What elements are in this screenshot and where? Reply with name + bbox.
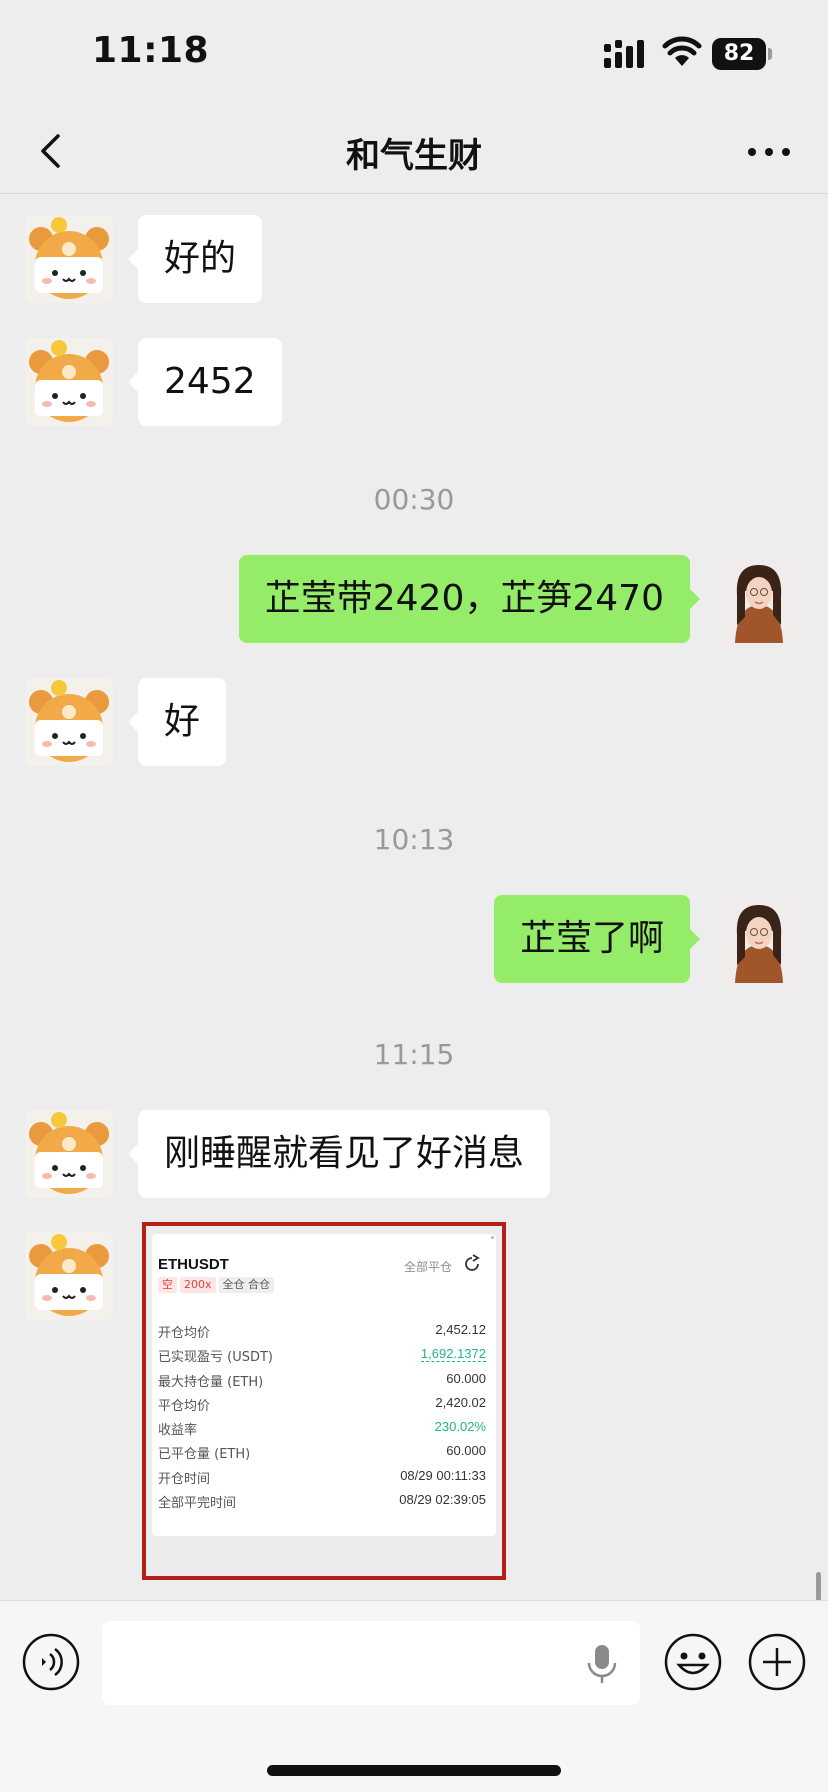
row-label: 已实现盈亏 (USDT) bbox=[158, 1350, 273, 1365]
message-list[interactable]: 好的 2452 00:30 芷莹带2420，芷笋2470 好 10:13 芷莹了… bbox=[0, 195, 828, 1600]
row-label: 已平仓量 (ETH) bbox=[158, 1447, 251, 1462]
row-value: 60.000 bbox=[446, 1443, 486, 1458]
row-label: 平仓均价 bbox=[158, 1399, 211, 1414]
trade-row: 开仓时间 08/29 00:11:33 bbox=[158, 1468, 486, 1488]
row-value: 08/29 02:39:05 bbox=[399, 1492, 486, 1507]
corner-dot bbox=[491, 1236, 494, 1239]
voice-icon[interactable] bbox=[22, 1633, 80, 1691]
trade-row: 已平仓量 (ETH) 60.000 bbox=[158, 1443, 486, 1463]
tag-direction: 空 bbox=[158, 1277, 177, 1293]
share-icon bbox=[465, 1254, 480, 1271]
row-value: 60.000 bbox=[446, 1371, 486, 1386]
bear-avatar-icon bbox=[29, 340, 109, 422]
status-time: 11:18 bbox=[92, 30, 210, 71]
chat-header: 和气生财 bbox=[0, 110, 828, 194]
woman-avatar-icon bbox=[715, 555, 803, 643]
contact-avatar[interactable] bbox=[25, 215, 113, 303]
my-avatar[interactable] bbox=[715, 555, 803, 643]
battery-icon: 82 bbox=[712, 38, 772, 70]
bear-avatar-icon bbox=[29, 217, 109, 299]
message-bubble-incoming[interactable]: 刚睡醒就看见了好消息 bbox=[127, 1110, 551, 1198]
trade-row: 开仓均价 2,452.12 bbox=[158, 1322, 486, 1342]
row-value: 08/29 00:11:33 bbox=[400, 1468, 486, 1483]
message-timestamp: 00:30 bbox=[373, 483, 455, 516]
row-value: 230.02% bbox=[434, 1419, 486, 1434]
contact-avatar[interactable] bbox=[25, 1232, 113, 1320]
message-bubble-incoming[interactable]: 2452 bbox=[128, 338, 282, 426]
trade-row: 收益率 230.02% bbox=[158, 1419, 486, 1439]
input-bar bbox=[0, 1600, 828, 1792]
battery-level: 82 bbox=[712, 38, 766, 70]
tag-margin-mode: 全仓 合仓 bbox=[218, 1277, 275, 1293]
contact-avatar[interactable] bbox=[25, 338, 113, 426]
more-dots-icon[interactable] bbox=[744, 132, 794, 172]
wifi-icon bbox=[662, 36, 702, 66]
image-message-trade-screenshot[interactable]: ETHUSDT 全部平仓 空 200x 全仓 合仓 开仓均价 2,452.12 已实… bbox=[142, 1222, 506, 1580]
bear-avatar-icon bbox=[29, 1112, 109, 1194]
trade-card: ETHUSDT 全部平仓 空 200x 全仓 合仓 开仓均价 2,452.12 已实… bbox=[152, 1234, 496, 1536]
bear-avatar-icon bbox=[29, 1234, 109, 1316]
row-label: 开仓均价 bbox=[158, 1326, 211, 1341]
battery-cap bbox=[768, 48, 772, 60]
emoji-icon[interactable] bbox=[664, 1633, 722, 1691]
message-bubble-incoming[interactable]: 好的 bbox=[127, 215, 263, 303]
message-timestamp: 11:15 bbox=[373, 1038, 455, 1071]
signal-icon bbox=[604, 40, 644, 68]
row-label: 收益率 bbox=[158, 1423, 198, 1438]
message-input[interactable] bbox=[102, 1621, 640, 1705]
microphone-icon[interactable] bbox=[584, 1643, 620, 1685]
trade-row: 最大持仓量 (ETH) 60.000 bbox=[158, 1371, 486, 1391]
row-value: 2,452.12 bbox=[435, 1322, 486, 1337]
row-label: 最大持仓量 (ETH) bbox=[158, 1375, 264, 1390]
contact-avatar[interactable] bbox=[25, 678, 113, 766]
plus-icon[interactable] bbox=[748, 1633, 806, 1691]
row-label: 全部平完时间 bbox=[158, 1496, 237, 1511]
my-avatar[interactable] bbox=[715, 895, 803, 983]
bear-avatar-icon bbox=[29, 680, 109, 762]
trade-symbol: ETHUSDT bbox=[158, 1256, 229, 1273]
message-timestamp: 10:13 bbox=[373, 823, 455, 856]
scrollbar[interactable] bbox=[816, 1572, 821, 1602]
status-bar: 11:18 82 bbox=[0, 0, 828, 110]
message-bubble-incoming[interactable]: 好 bbox=[127, 678, 227, 766]
trade-row: 已实现盈亏 (USDT) 1,692.1372 bbox=[158, 1346, 486, 1366]
home-indicator bbox=[267, 1765, 561, 1776]
contact-avatar[interactable] bbox=[25, 1110, 113, 1198]
trade-tags: 空 200x 全仓 合仓 bbox=[158, 1277, 277, 1293]
trade-row: 平仓均价 2,420.02 bbox=[158, 1395, 486, 1415]
close-all-label: 全部平仓 bbox=[403, 1260, 452, 1274]
trade-row: 全部平完时间 08/29 02:39:05 bbox=[158, 1492, 486, 1512]
row-label: 开仓时间 bbox=[158, 1472, 211, 1487]
message-bubble-outgoing[interactable]: 芷莹带2420，芷笋2470 bbox=[238, 555, 701, 643]
row-value: 2,420.02 bbox=[435, 1395, 486, 1410]
chat-title: 和气生财 bbox=[346, 136, 482, 176]
tag-leverage: 200x bbox=[180, 1277, 216, 1293]
row-value: 1,692.1372 bbox=[420, 1346, 486, 1362]
woman-avatar-icon bbox=[715, 895, 803, 983]
message-bubble-outgoing[interactable]: 芷莹了啊 bbox=[493, 895, 701, 983]
